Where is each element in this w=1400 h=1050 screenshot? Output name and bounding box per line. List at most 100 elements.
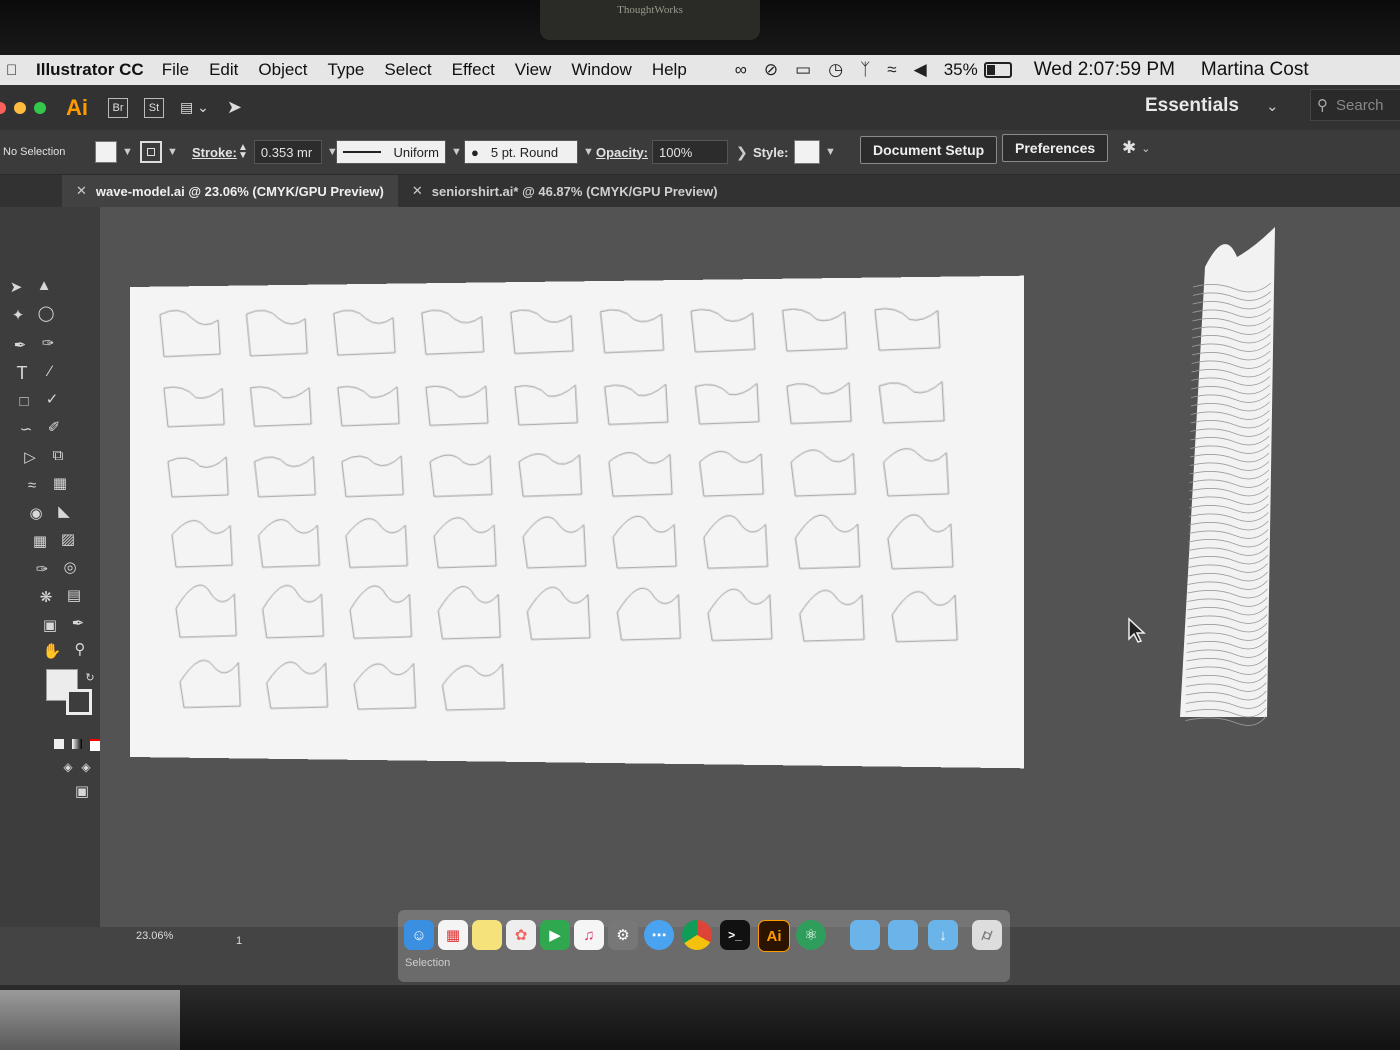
slice-outline[interactable] xyxy=(442,664,504,711)
swap-fill-stroke-icon[interactable]: ↻ xyxy=(78,665,102,689)
trash-icon[interactable]: ⌭ xyxy=(972,920,1002,950)
slice-outline[interactable] xyxy=(426,386,488,426)
slice-outline[interactable] xyxy=(695,383,759,424)
workspace-switcher[interactable]: Essentials xyxy=(1145,95,1239,117)
shape-builder-tool-icon[interactable]: ◉ xyxy=(24,501,48,525)
lasso-tool-icon[interactable]: ◯ xyxy=(34,301,58,325)
free-transform-tool-icon[interactable]: ▦ xyxy=(48,471,72,495)
slice-outline[interactable] xyxy=(250,386,311,426)
rectangle-tool-icon[interactable]: □ xyxy=(12,389,36,413)
slice-outline[interactable] xyxy=(892,592,957,643)
chevron-down-icon[interactable]: ▼ xyxy=(451,146,462,158)
opacity-label[interactable]: Opacity: xyxy=(596,140,648,164)
battery-icon[interactable] xyxy=(984,62,1012,78)
slice-outline[interactable] xyxy=(704,516,768,569)
minimize-window-button[interactable] xyxy=(14,102,26,114)
slice-outline[interactable] xyxy=(527,587,590,640)
gradient-mode-icon[interactable] xyxy=(72,739,82,749)
eraser-tool-icon[interactable]: ✐ xyxy=(42,415,66,439)
menubar-clock[interactable]: Wed 2:07:59 PM xyxy=(1034,59,1175,81)
slice-outline[interactable] xyxy=(434,518,496,568)
slice-outline[interactable] xyxy=(346,519,407,568)
slice-outline[interactable] xyxy=(783,308,847,351)
fill-color-control[interactable]: ▼ xyxy=(95,140,133,164)
scale-tool-icon[interactable]: ⧉ xyxy=(46,443,70,467)
airplay-icon[interactable]: ▭ xyxy=(795,60,811,80)
terminal-icon[interactable]: >_ xyxy=(720,920,750,950)
menu-edit[interactable]: Edit xyxy=(209,60,238,80)
sync-icon[interactable]: ⊘ xyxy=(764,60,778,80)
slice-outline[interactable] xyxy=(523,517,586,568)
close-window-button[interactable] xyxy=(0,102,6,114)
gpu-performance-icon[interactable]: ➤ xyxy=(227,97,242,118)
eyedropper-tool-icon[interactable]: ✑ xyxy=(30,557,54,581)
slice-outline[interactable] xyxy=(791,450,855,496)
paintbrush-tool-icon[interactable]: ✓ xyxy=(40,387,64,411)
stroke-weight-stepper[interactable]: ▲ ▼ 0.353 mr ▼ xyxy=(238,140,338,164)
slice-outline[interactable] xyxy=(350,586,411,639)
stroke-color-swatch[interactable] xyxy=(66,689,92,715)
slice-outline[interactable] xyxy=(180,660,240,708)
slice-outline[interactable] xyxy=(263,585,324,638)
slice-outline[interactable] xyxy=(700,451,764,496)
slice-outline[interactable] xyxy=(605,384,668,424)
graphic-style-control[interactable]: ▼ xyxy=(794,140,836,164)
notes-icon[interactable] xyxy=(472,920,502,950)
slice-outline[interactable] xyxy=(888,515,953,569)
slice-outline[interactable] xyxy=(613,516,676,568)
document-setup-button[interactable]: Document Setup xyxy=(860,136,997,164)
arrange-documents-icon[interactable]: ▤ ⌄ xyxy=(180,99,209,116)
slice-outline[interactable] xyxy=(164,387,224,427)
chevron-down-icon[interactable]: ▼ xyxy=(122,146,133,158)
selection-tool-icon[interactable]: ➤ xyxy=(4,275,28,299)
stock-button[interactable]: St xyxy=(144,98,164,118)
slice-outline[interactable] xyxy=(422,310,484,355)
user-name[interactable]: Martina Cost xyxy=(1201,59,1309,81)
slice-outline[interactable] xyxy=(438,586,500,639)
brush-definition[interactable]: ● 5 pt. Round ▼ xyxy=(464,140,594,164)
draw-behind-icon[interactable]: ◈ xyxy=(74,755,98,779)
stroke-swatch[interactable] xyxy=(140,141,162,163)
chevron-down-icon[interactable]: ⌄ xyxy=(1266,97,1279,115)
slice-outline[interactable] xyxy=(875,308,940,350)
maximize-window-button[interactable] xyxy=(34,102,46,114)
messages-icon[interactable]: ⋯ xyxy=(644,920,674,950)
slice-outline[interactable] xyxy=(430,455,492,497)
slice-outline[interactable] xyxy=(795,515,859,569)
battery-percent[interactable]: 35% xyxy=(944,60,978,80)
slice-outline[interactable] xyxy=(259,520,320,568)
slice-outline[interactable] xyxy=(515,385,578,425)
fill-swatch[interactable] xyxy=(95,141,117,163)
slice-outline[interactable] xyxy=(246,310,307,356)
tab-wave-model[interactable]: ✕ wave-model.ai @ 23.06% (CMYK/GPU Previ… xyxy=(62,175,398,207)
symbol-sprayer-tool-icon[interactable]: ❋ xyxy=(34,585,58,609)
curvature-tool-icon[interactable]: ✑ xyxy=(36,331,60,355)
blend-tool-icon[interactable]: ◎ xyxy=(58,555,82,579)
atom-icon[interactable]: ⚛ xyxy=(796,920,826,950)
screen-mode-icon[interactable]: ▣ xyxy=(70,779,94,803)
zoom-level[interactable]: 23.06% xyxy=(136,930,173,942)
search-adobe-stock-input[interactable]: ⚲ Search xyxy=(1310,89,1400,121)
slice-outline[interactable] xyxy=(334,310,395,355)
slice-outline[interactable] xyxy=(338,386,399,426)
slice-outline[interactable] xyxy=(609,453,672,497)
slice-outline[interactable] xyxy=(879,382,944,424)
time-machine-icon[interactable]: ◷ xyxy=(828,60,843,80)
menu-view[interactable]: View xyxy=(515,60,552,80)
slice-outline[interactable] xyxy=(168,457,228,497)
chevron-down-icon[interactable]: ▼ xyxy=(167,146,178,158)
slice-outline[interactable] xyxy=(691,309,755,352)
photos-icon[interactable]: ✿ xyxy=(506,920,536,950)
stroke-label[interactable]: Stroke: xyxy=(192,140,237,164)
opacity-input[interactable]: 100% xyxy=(652,140,728,164)
magic-wand-tool-icon[interactable]: ✦ xyxy=(6,303,30,327)
facetime-icon[interactable]: ▶ xyxy=(540,920,570,950)
calendar-icon[interactable]: ▦ xyxy=(438,920,468,950)
slice-outline[interactable] xyxy=(884,448,949,496)
slice-tool-icon[interactable]: ✒ xyxy=(66,611,90,635)
slice-outline[interactable] xyxy=(354,663,416,710)
chrome-icon[interactable] xyxy=(682,920,712,950)
itunes-icon[interactable]: ♫ xyxy=(574,920,604,950)
app-name-menu[interactable]: Illustrator CC xyxy=(36,60,144,80)
stroke-weight-input[interactable]: 0.353 mr xyxy=(254,140,322,164)
